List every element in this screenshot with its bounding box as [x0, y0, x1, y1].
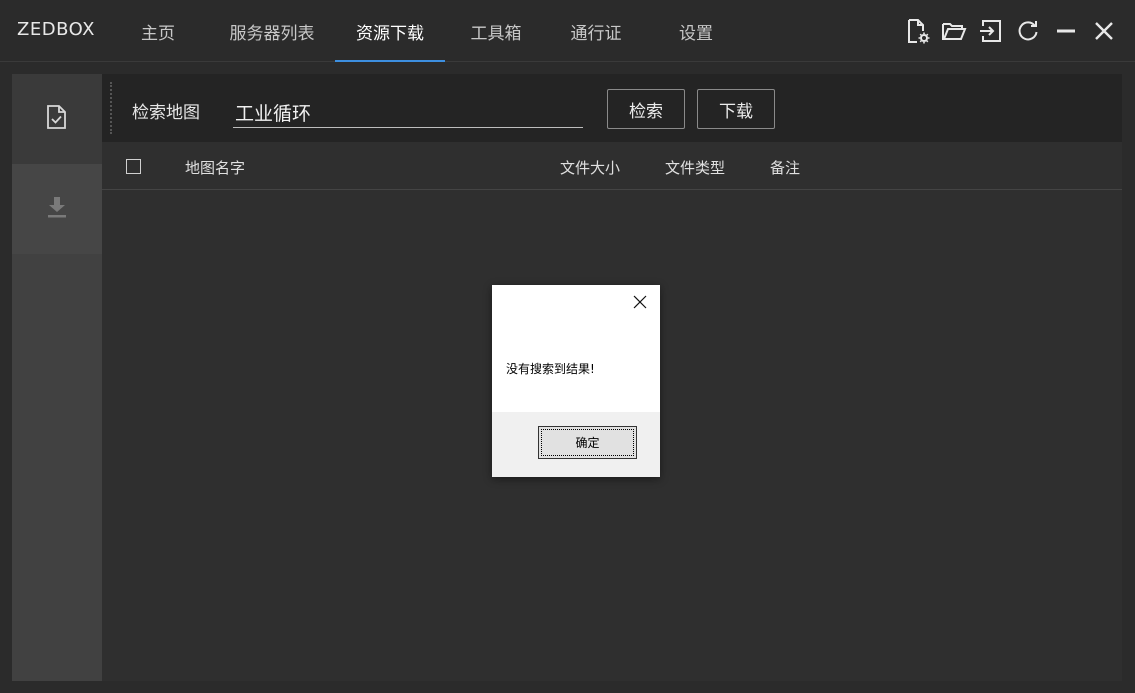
tab-home[interactable]: 主页 [130, 0, 186, 62]
tab-pass[interactable]: 通行证 [560, 0, 632, 62]
toolbar-grip [110, 82, 112, 134]
refresh-icon[interactable] [1013, 16, 1043, 46]
tab-resource-download[interactable]: 资源下载 [335, 0, 445, 62]
app-brand: ZEDBOX [17, 19, 95, 40]
tab-settings[interactable]: 设置 [668, 0, 724, 62]
download-icon [46, 195, 68, 223]
search-bar: 检索地图 检索 下载 [102, 74, 1122, 142]
column-header-map-name[interactable]: 地图名字 [185, 157, 245, 178]
message-dialog: 没有搜索到结果! 确定 [492, 285, 660, 477]
sidebar [12, 74, 102, 681]
search-input[interactable] [233, 94, 583, 128]
sign-in-icon[interactable] [976, 16, 1006, 46]
dialog-ok-button[interactable]: 确定 [538, 426, 637, 459]
table-header: 地图名字 文件大小 文件类型 备注 [102, 142, 1122, 190]
select-all-checkbox[interactable] [126, 159, 141, 174]
dialog-message: 没有搜索到结果! [506, 362, 595, 376]
file-check-icon [45, 104, 69, 134]
column-header-file-size[interactable]: 文件大小 [560, 157, 620, 178]
tab-server-list[interactable]: 服务器列表 [220, 0, 324, 62]
close-icon[interactable] [1089, 16, 1119, 46]
dialog-close-icon[interactable] [632, 294, 648, 310]
download-button[interactable]: 下载 [697, 89, 775, 129]
search-label: 检索地图 [132, 103, 200, 123]
column-header-file-type[interactable]: 文件类型 [665, 157, 725, 178]
title-bar: ZEDBOX 主页 服务器列表 资源下载 工具箱 通行证 设置 [0, 0, 1135, 62]
sidebar-item-map-list[interactable] [12, 74, 102, 164]
file-settings-icon[interactable] [902, 16, 932, 46]
folder-open-icon[interactable] [939, 16, 969, 46]
dialog-footer: 确定 [492, 412, 660, 477]
sidebar-item-downloads[interactable] [12, 164, 102, 254]
minimize-icon[interactable] [1051, 16, 1081, 46]
search-button[interactable]: 检索 [607, 89, 685, 129]
tab-toolbox[interactable]: 工具箱 [460, 0, 532, 62]
column-header-notes[interactable]: 备注 [770, 157, 800, 178]
